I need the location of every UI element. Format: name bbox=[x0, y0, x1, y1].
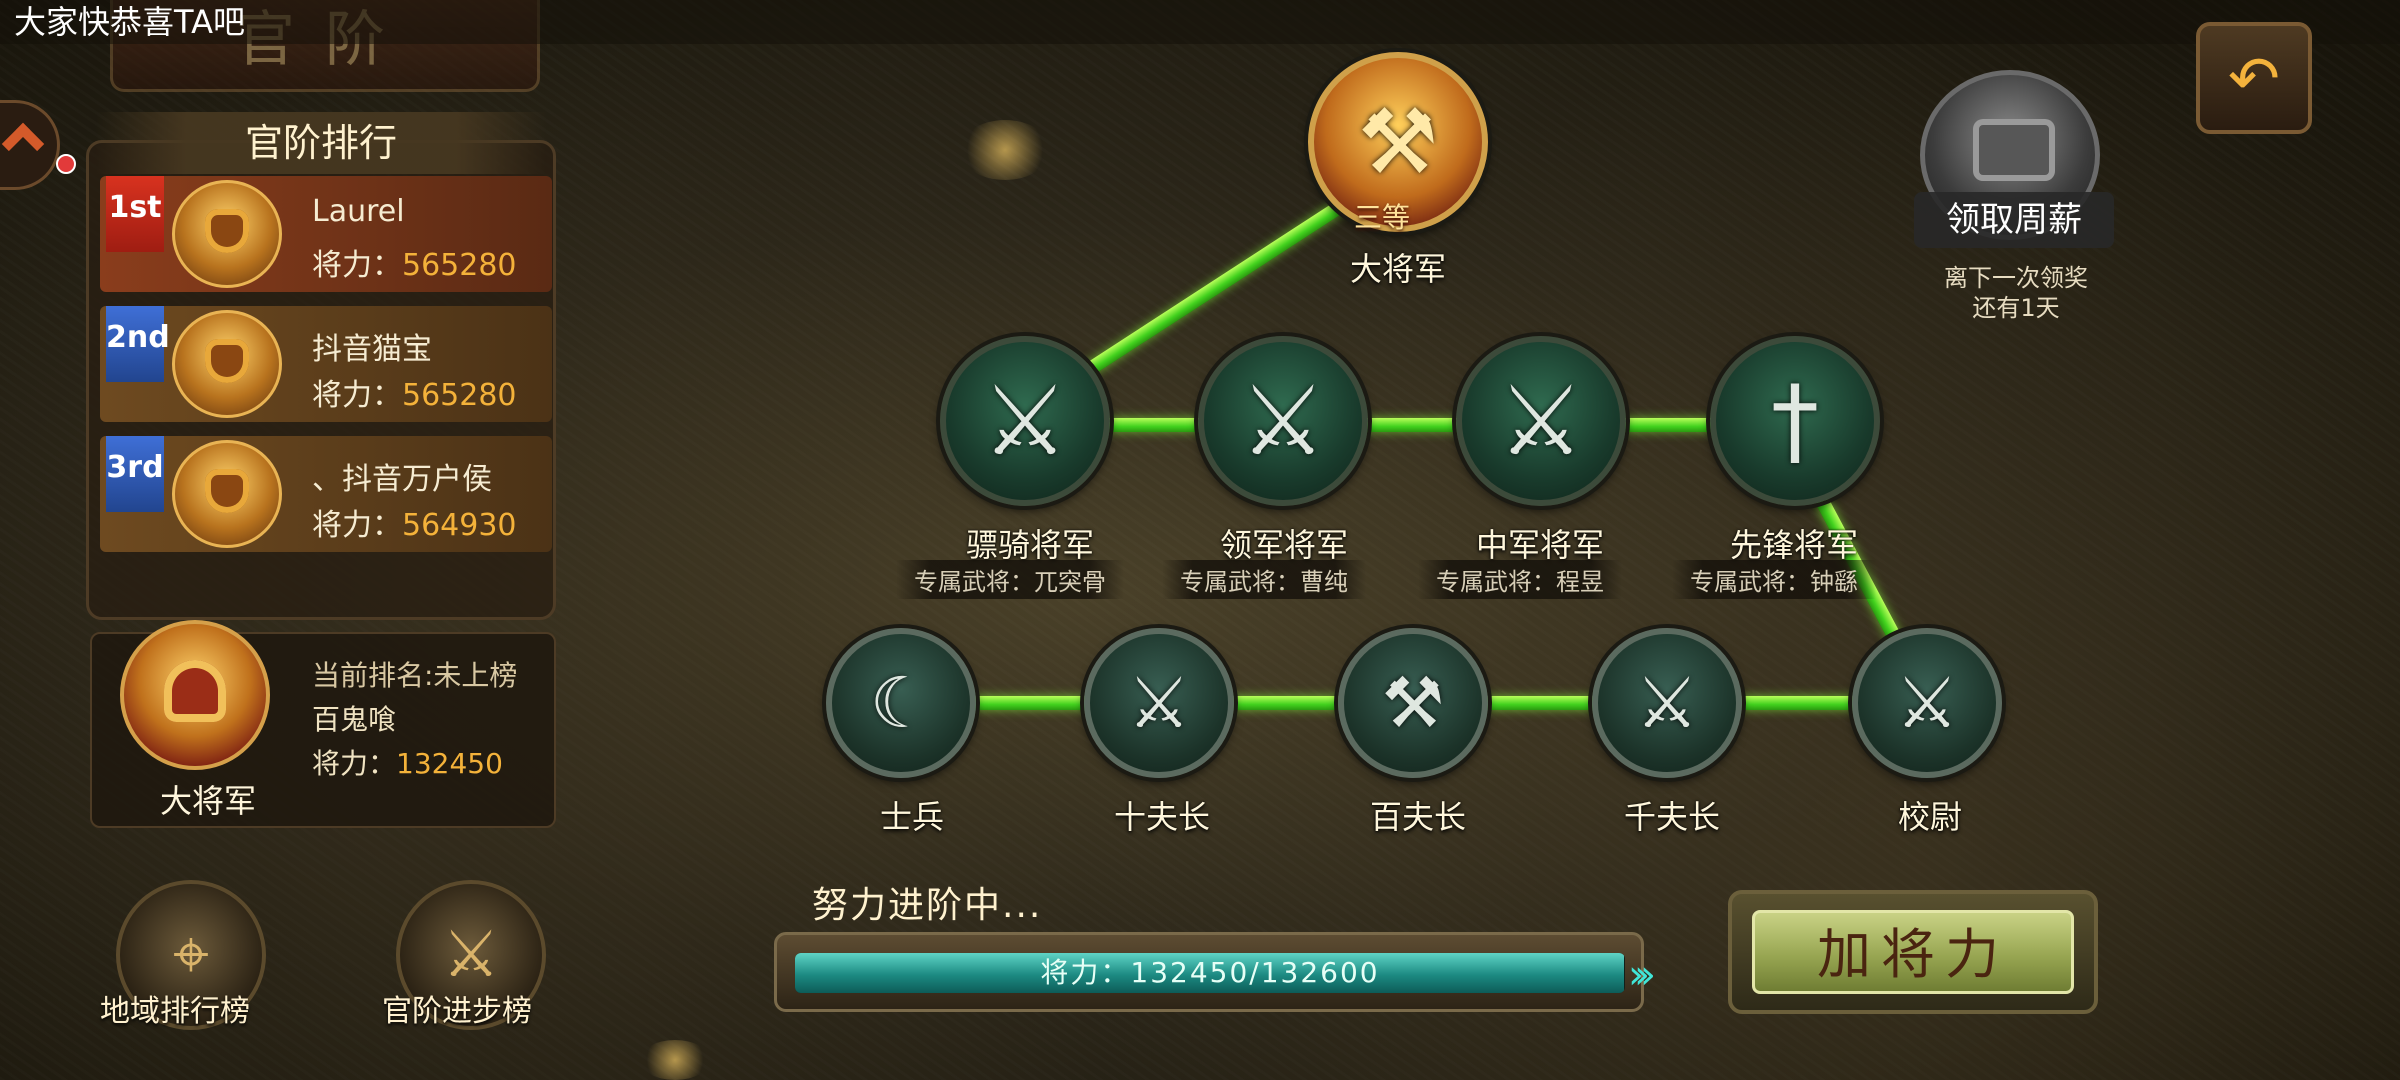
leaderboard-row[interactable]: 2nd 抖音猫宝 将力：565280 bbox=[100, 306, 552, 422]
rank-label: 十夫长 bbox=[1113, 798, 1211, 836]
back-arrow-icon: ↶ bbox=[2228, 41, 2280, 115]
leaderboard-title: 官阶排行 bbox=[96, 112, 546, 174]
power-progress-bar: 将力：132450/132600 bbox=[774, 932, 1644, 1012]
region-ranking-label: 地域排行榜 bbox=[100, 994, 250, 1029]
rank-badge: 3rd bbox=[106, 436, 164, 512]
rank-badge: 1st bbox=[106, 176, 164, 252]
power-label: 将力： bbox=[312, 378, 402, 413]
power-label: 将力： bbox=[312, 248, 402, 283]
rank-node-thousand-leader[interactable]: ⚔ bbox=[1592, 628, 1742, 778]
marquee-message: 大家快恭喜TA吧 bbox=[0, 0, 2400, 44]
glaive-icon: ⚔ bbox=[1895, 662, 1959, 744]
leaderboard-row[interactable]: 3rd 、抖音万户侯 将力：564930 bbox=[100, 436, 552, 552]
power-label: 将力： bbox=[312, 508, 402, 543]
exclusive-general: 专属武将：兀突骨 bbox=[896, 560, 1124, 599]
swords-icon: ⚔ bbox=[1239, 365, 1327, 477]
sword-icon: † bbox=[1771, 365, 1819, 477]
rank-badge: 2nd bbox=[106, 306, 170, 382]
sickle-icon: ☾ bbox=[869, 662, 933, 744]
progress-ranking-label: 官阶进步榜 bbox=[382, 994, 532, 1029]
player-power: 将力：564930 bbox=[312, 500, 517, 544]
collapse-arrow-icon bbox=[1, 122, 45, 166]
rank-emblem-icon bbox=[172, 440, 282, 548]
rank-label: 千夫长 bbox=[1623, 798, 1721, 836]
rank-node-captain[interactable]: ⚔ bbox=[1852, 628, 2002, 778]
my-player-power: 将力：132450 bbox=[312, 742, 503, 782]
weekly-salary-label[interactable]: 领取周薪 bbox=[1914, 192, 2114, 248]
rank-label: 士兵 bbox=[879, 798, 945, 836]
power-value: 564930 bbox=[402, 508, 517, 543]
rank-node-general-4[interactable]: † bbox=[1710, 336, 1880, 506]
rank-label: 百夫长 bbox=[1369, 798, 1467, 836]
pickaxe-icon: ⚒ bbox=[1381, 662, 1445, 744]
rank-node-general-1[interactable]: ⚔ bbox=[940, 336, 1110, 506]
rank-node-soldier[interactable]: ☾ bbox=[826, 628, 976, 778]
rank-node-general-3[interactable]: ⚔ bbox=[1456, 336, 1626, 506]
back-button[interactable]: ↶ bbox=[2196, 22, 2312, 134]
exclusive-general: 专属武将：曹纯 bbox=[1162, 560, 1366, 599]
exclusive-general: 专属武将：钟繇 bbox=[1672, 560, 1876, 599]
rank-node-hundred-leader[interactable]: ⚒ bbox=[1338, 628, 1488, 778]
chevron-right-icon: ››› bbox=[1628, 952, 1656, 998]
add-power-button[interactable]: 加将力 bbox=[1728, 890, 2098, 1014]
swords-icon: ⚔ bbox=[1497, 365, 1585, 477]
power-value: 132450 bbox=[396, 747, 503, 780]
player-power: 将力：565280 bbox=[312, 240, 517, 284]
progress-track: 将力：132450/132600 bbox=[795, 953, 1625, 993]
leaderboard-row[interactable]: 1st Laurel 将力：565280 bbox=[100, 176, 552, 292]
light-spark bbox=[640, 1040, 710, 1080]
my-rank-title: 大将军 bbox=[160, 782, 257, 820]
light-spark bbox=[960, 120, 1050, 180]
add-power-label: 加将力 bbox=[1752, 910, 2074, 994]
power-value: 565280 bbox=[402, 378, 517, 413]
rank-node-general-2[interactable]: ⚔ bbox=[1198, 336, 1368, 506]
rank-label: 大将军 bbox=[1349, 250, 1447, 288]
my-current-rank: 当前排名:未上榜 bbox=[312, 659, 518, 692]
rank-emblem-icon bbox=[172, 310, 282, 418]
progress-caption: 努力进阶中... bbox=[812, 885, 1043, 926]
dagger-icon: ⚔ bbox=[1127, 662, 1191, 744]
notification-dot bbox=[56, 154, 76, 174]
weekly-note: 还有1天 bbox=[1972, 294, 2060, 322]
power-label: 将力： bbox=[312, 747, 397, 780]
player-name: Laurel bbox=[312, 194, 405, 229]
my-rank-emblem-icon bbox=[120, 620, 270, 770]
player-power: 将力：565280 bbox=[312, 370, 517, 414]
player-name: 、抖音万户侯 bbox=[312, 462, 492, 497]
my-player-name: 百鬼喰 bbox=[312, 703, 397, 736]
rank-emblem-icon bbox=[172, 180, 282, 288]
rank-label: 校尉 bbox=[1897, 798, 1963, 836]
blade-icon: ⚔ bbox=[1635, 662, 1699, 744]
grade-badge: 三等 bbox=[1354, 201, 1411, 234]
swords-icon: ⚔ bbox=[981, 365, 1069, 477]
power-value: 565280 bbox=[402, 248, 517, 283]
progress-text: 将力：132450/132600 bbox=[1040, 956, 1380, 989]
rank-node-ten-leader[interactable]: ⚔ bbox=[1084, 628, 1234, 778]
player-name: 抖音猫宝 bbox=[312, 332, 432, 367]
exclusive-general: 专属武将：程昱 bbox=[1418, 560, 1622, 599]
